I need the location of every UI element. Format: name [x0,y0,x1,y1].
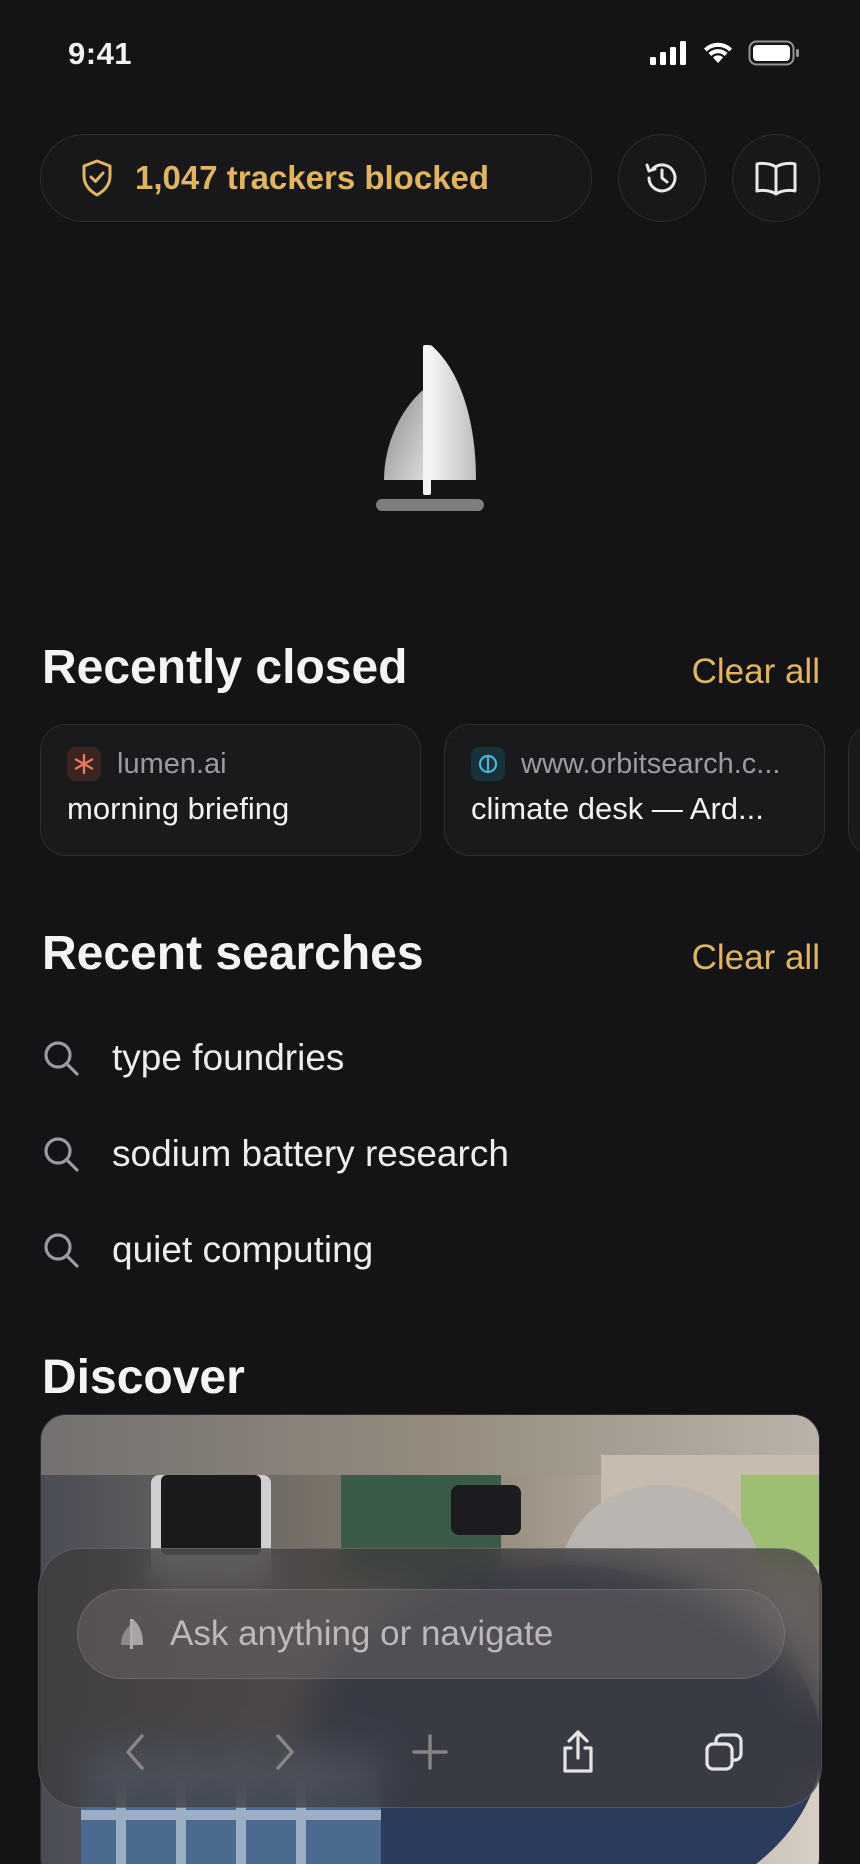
history-icon [645,163,677,193]
orbit-icon [471,747,505,781]
status-bar: 9:41 [0,0,860,110]
closed-tab-site: www.orbitsearch.c... [521,747,781,780]
forward-icon [276,1734,294,1770]
closed-tab-title: climate desk — Ard... [471,791,764,826]
recent-search-item[interactable]: type foundries [42,1028,802,1088]
status-icons [650,40,800,66]
recently-closed-header: Recently closed Clear all [42,640,820,695]
trackers-label: 1,047 trackers blocked [135,159,490,196]
recent-search-text: type foundries [112,1037,345,1078]
closed-tab-title: morning briefing [67,791,290,826]
book-icon [755,161,797,196]
recent-search-text: sodium battery research [112,1133,509,1174]
recent-search-text: quiet computing [112,1229,374,1270]
recent-search-item[interactable]: quiet computing [42,1220,802,1280]
omnibox-input[interactable]: Ask anything or navigate [77,1589,785,1679]
closed-tab-site: lumen.ai [117,747,227,780]
closed-tab-card-partial[interactable] [848,724,860,856]
tabs-button[interactable] [689,1717,759,1787]
discover-header: Discover [42,1350,820,1405]
new-tab-button[interactable] [395,1717,465,1787]
recently-closed-title: Recently closed [42,641,408,694]
asterisk-icon [67,747,101,781]
sailboat-logo-icon [370,345,490,515]
search-icon [44,1041,79,1076]
recent-searches-title: Recent searches [42,927,424,980]
signal-icon [650,41,686,65]
tabs-icon [705,1733,743,1771]
bottom-toolbar-panel: Ask anything or navigate [38,1548,822,1808]
clear-recent-searches-button[interactable]: Clear all [692,938,820,978]
recent-search-item[interactable]: sodium battery research [42,1124,802,1184]
sailboat-icon [121,1619,143,1649]
wifi-icon [704,42,732,63]
omnibox-placeholder: Ask anything or navigate [170,1614,554,1653]
recent-searches-header: Recent searches Clear all [42,926,820,981]
shield-check-icon [82,159,112,197]
clear-recently-closed-button[interactable]: Clear all [692,652,820,692]
discover-title: Discover [42,1351,245,1404]
back-button[interactable] [101,1717,171,1787]
share-button[interactable] [543,1717,613,1787]
closed-tab-card[interactable]: lumen.ai morning briefing [40,724,421,856]
closed-tab-card[interactable]: www.orbitsearch.c... climate desk — Ard.… [444,724,825,856]
recently-closed-tabs: lumen.ai morning briefing www.orbitsearc… [40,724,860,856]
forward-button[interactable] [249,1717,319,1787]
nav-bar [39,1717,823,1787]
battery-icon [748,40,799,66]
back-icon [126,1734,144,1770]
search-icon [44,1233,79,1268]
history-button[interactable] [618,134,706,222]
top-row: 1,047 trackers blocked [40,134,820,222]
status-time: 9:41 [68,36,133,71]
reader-button[interactable] [732,134,820,222]
trackers-blocked-pill[interactable]: 1,047 trackers blocked [40,134,592,222]
search-icon [44,1137,79,1172]
new-tab-icon [412,1734,448,1770]
share-icon [563,1730,593,1773]
